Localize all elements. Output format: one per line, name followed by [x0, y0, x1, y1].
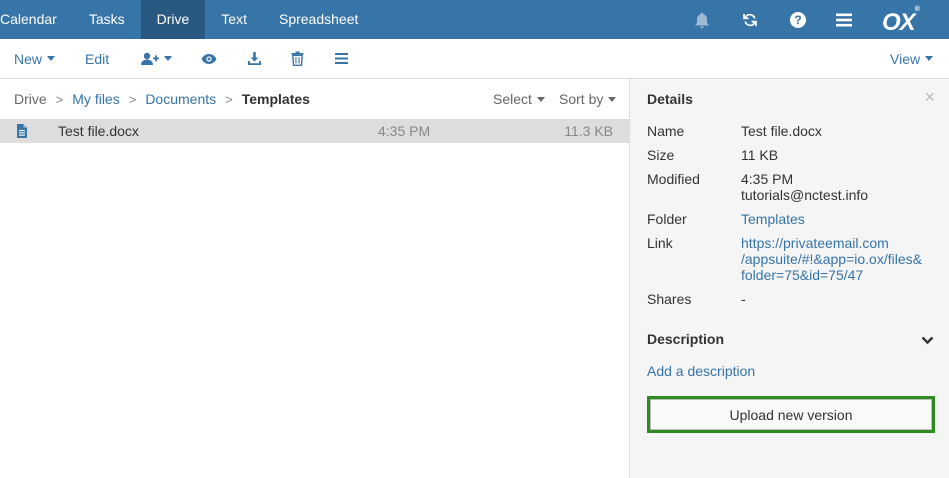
app-tab-drive[interactable]: Drive	[140, 0, 206, 39]
breadcrumb: Drive > My files > Documents > Templates	[14, 91, 310, 107]
share-button[interactable]	[141, 39, 172, 78]
caret-down-icon	[608, 96, 617, 102]
view-dropdown-label: View	[890, 50, 921, 67]
breadcrumb-documents[interactable]: Documents	[145, 91, 216, 107]
document-icon	[16, 124, 28, 141]
new-button-label: New	[14, 50, 43, 67]
name-label: Name	[647, 123, 685, 139]
breadcrumb-drive[interactable]: Drive	[14, 91, 47, 107]
sort-by-dropdown[interactable]: Sort by	[559, 91, 617, 107]
caret-down-icon	[47, 56, 56, 61]
file-list-item[interactable]: Test file.docx 4:35 PM 11.3 KB	[0, 119, 629, 143]
caret-down-icon	[925, 56, 934, 61]
download-button[interactable]	[247, 39, 262, 78]
view-file-button[interactable]	[201, 39, 217, 78]
delete-button[interactable]	[291, 39, 304, 78]
chevron-down-icon[interactable]	[921, 332, 934, 348]
modified-value: 4:35 PM tutorials@nctest.info	[741, 171, 868, 203]
file-modified-time: 4:35 PM	[378, 123, 431, 139]
caret-down-icon	[536, 96, 545, 102]
breadcrumb-separator: >	[225, 91, 233, 107]
details-title: Details	[647, 91, 693, 107]
select-dropdown[interactable]: Select	[493, 91, 545, 107]
refresh-icon[interactable]	[736, 0, 764, 39]
file-name: Test file.docx	[58, 123, 139, 139]
menu-icon[interactable]	[830, 0, 858, 39]
close-icon[interactable]: ×	[924, 87, 935, 108]
select-dropdown-label: Select	[493, 91, 532, 107]
size-value: 11 KB	[741, 147, 779, 163]
size-label: Size	[647, 147, 675, 163]
name-value: Test file.docx	[741, 123, 822, 139]
share-link-line: folder=75&id=75/47	[741, 267, 864, 283]
file-size: 11.3 KB	[564, 123, 613, 139]
sort-by-label: Sort by	[559, 91, 604, 107]
description-title: Description	[647, 331, 725, 347]
details-panel: Details × Name Test file.docx Size 11 KB…	[629, 79, 949, 478]
app-tab-tasks[interactable]: Tasks	[73, 0, 141, 39]
eye-icon	[201, 53, 217, 64]
breadcrumb-my-files[interactable]: My files	[72, 91, 119, 107]
bell-icon[interactable]	[688, 0, 716, 39]
add-description-link[interactable]: Add a description	[647, 363, 755, 379]
app-tab-text[interactable]: Text	[205, 0, 263, 39]
breadcrumb-separator: >	[55, 91, 64, 107]
ox-logo: OX®	[882, 6, 920, 36]
folder-link[interactable]: Templates	[741, 211, 805, 227]
share-icon	[141, 52, 159, 65]
modified-by: tutorials@nctest.info	[741, 187, 869, 203]
app-tab-calendar[interactable]: Calendar	[0, 0, 73, 39]
svg-text:?: ?	[794, 13, 801, 27]
folder-label: Folder	[647, 211, 687, 227]
share-link[interactable]: https://privateemail.com /appsuite/#!&ap…	[741, 235, 922, 283]
more-actions-button[interactable]	[334, 39, 349, 78]
breadcrumb-templates: Templates	[241, 91, 310, 107]
upload-highlight: Upload new version	[647, 396, 935, 433]
share-link-line: /appsuite/#!&app=io.ox/files&	[741, 251, 922, 267]
view-dropdown[interactable]: View	[890, 39, 934, 78]
more-icon	[335, 53, 348, 64]
modified-time: 4:35 PM	[741, 171, 794, 187]
trash-icon	[291, 51, 304, 66]
help-icon[interactable]: ?	[784, 0, 812, 39]
top-app-bar: Calendar Tasks Drive Text Spreadsheet ? …	[0, 0, 949, 39]
new-button[interactable]: New	[14, 39, 56, 78]
download-icon	[248, 52, 261, 65]
share-link-line: https://privateemail.com	[741, 235, 889, 251]
breadcrumb-separator: >	[128, 91, 137, 107]
app-tab-spreadsheet[interactable]: Spreadsheet	[263, 0, 374, 39]
shares-label: Shares	[647, 291, 692, 307]
modified-label: Modified	[647, 171, 700, 187]
shares-value: -	[741, 291, 746, 307]
app-launcher-tabs: Calendar Tasks Drive Text Spreadsheet	[0, 0, 374, 39]
toolbar: New Edit View	[0, 39, 949, 79]
upload-new-version-button[interactable]: Upload new version	[650, 399, 932, 430]
edit-button[interactable]: Edit	[85, 39, 109, 78]
link-label: Link	[647, 235, 673, 251]
caret-down-icon	[164, 56, 172, 61]
